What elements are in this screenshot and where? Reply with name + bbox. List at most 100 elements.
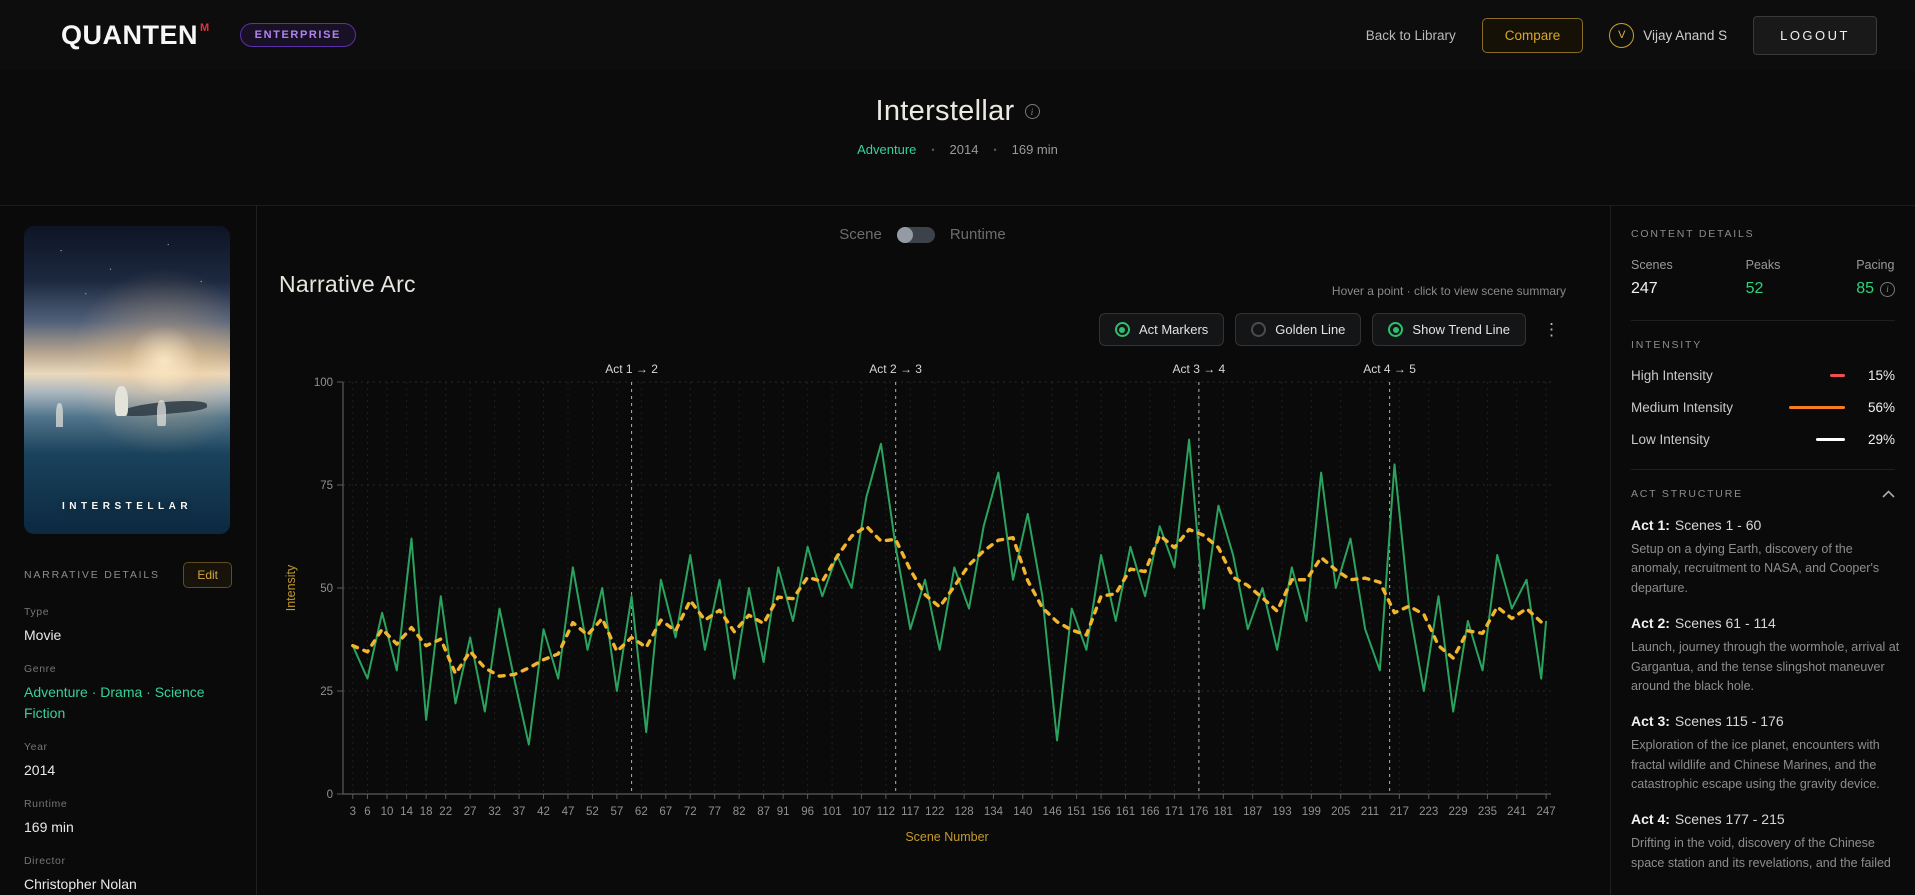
intensity-heading: INTENSITY bbox=[1631, 339, 1703, 351]
svg-text:205: 205 bbox=[1331, 806, 1350, 818]
svg-text:217: 217 bbox=[1390, 806, 1409, 818]
field-type: Type Movie bbox=[24, 606, 62, 643]
chart-hover-hint: Hover a point · click to view scene summ… bbox=[1331, 284, 1566, 298]
title-info-icon[interactable]: i bbox=[1024, 104, 1040, 119]
pacing-info-icon[interactable]: i bbox=[1880, 281, 1895, 297]
svg-text:47: 47 bbox=[562, 806, 575, 818]
intensity-row-medium: Medium Intensity 56% bbox=[1631, 400, 1895, 415]
act-item-2: Act 2: Scenes 61 - 114 Launch, journey th… bbox=[1631, 615, 1900, 693]
field-runtime: Runtime 169 min bbox=[24, 798, 74, 836]
svg-text:72: 72 bbox=[684, 806, 697, 818]
act-item-4: Act 4: Scenes 177 - 215 Drifting in the v… bbox=[1631, 811, 1891, 870]
svg-text:101: 101 bbox=[822, 806, 841, 818]
svg-text:235: 235 bbox=[1478, 806, 1497, 818]
act-structure-toggle[interactable]: ACT STRUCTURE bbox=[1631, 488, 1895, 500]
details-sidebar: INTERSTELLAR NARRATIVE DETAILS Edit Type… bbox=[0, 206, 257, 895]
top-bar: QUANTEN M ENTERPRISE Back to Library Comp… bbox=[0, 0, 1915, 70]
svg-text:107: 107 bbox=[852, 806, 871, 818]
svg-text:223: 223 bbox=[1419, 806, 1438, 818]
control-label: Show Trend Line bbox=[1412, 322, 1510, 337]
intensity-row-low: Low Intensity 29% bbox=[1631, 432, 1895, 447]
edit-button[interactable]: Edit bbox=[183, 562, 232, 588]
svg-text:25: 25 bbox=[320, 686, 333, 698]
intensity-line bbox=[1789, 406, 1845, 409]
stat-peaks: Peaks 52 bbox=[1745, 258, 1781, 297]
svg-text:181: 181 bbox=[1214, 806, 1233, 818]
compare-button[interactable]: Compare bbox=[1481, 17, 1584, 53]
back-to-library-link[interactable]: Back to Library bbox=[1366, 28, 1456, 43]
intensity-section: INTENSITY High Intensity 15% Medium Inte… bbox=[1631, 320, 1895, 447]
field-year: Year 2014 bbox=[24, 740, 56, 778]
svg-text:117: 117 bbox=[901, 806, 919, 818]
page-title: Interstellar bbox=[875, 95, 1015, 127]
brand-logo-mark: M bbox=[200, 21, 210, 34]
svg-text:122: 122 bbox=[925, 806, 944, 818]
brand-logo: QUANTEN M bbox=[61, 20, 210, 51]
radio-icon bbox=[1388, 322, 1404, 337]
svg-text:211: 211 bbox=[1361, 806, 1379, 818]
stat-pacing: Pacing 85 i bbox=[1856, 258, 1895, 297]
poster-spacecraft bbox=[122, 397, 208, 418]
chart-panel: Scene Runtime Narrative Arc Hover a poin… bbox=[257, 206, 1610, 895]
svg-text:50: 50 bbox=[320, 583, 333, 595]
act-item-1: Act 1: Scenes 1 - 60 Setup on a dying Ear… bbox=[1631, 517, 1880, 595]
toggle-knob[interactable] bbox=[896, 226, 913, 243]
radio-icon bbox=[1251, 322, 1267, 337]
svg-text:82: 82 bbox=[733, 806, 746, 818]
control-button[interactable]: Act Markers bbox=[1098, 313, 1225, 346]
toggle-label-scene[interactable]: Scene bbox=[839, 226, 882, 243]
svg-text:166: 166 bbox=[1140, 806, 1159, 818]
content-details-heading: CONTENT DETAILS bbox=[1631, 228, 1755, 240]
svg-text:67: 67 bbox=[659, 806, 672, 818]
svg-text:156: 156 bbox=[1091, 806, 1110, 818]
content-details-panel: CONTENT DETAILS Scenes 247 Peaks 52 Paci… bbox=[1610, 206, 1915, 895]
title-meta: Adventure • 2014 • 169 min bbox=[0, 142, 1915, 157]
stat-scenes: Scenes 247 bbox=[1631, 258, 1673, 297]
poster-title-text: INTERSTELLAR bbox=[61, 501, 193, 512]
svg-text:32: 32 bbox=[488, 806, 501, 818]
movie-poster: INTERSTELLAR bbox=[24, 226, 230, 534]
narrative-details-heading: NARRATIVE DETAILS bbox=[24, 569, 160, 581]
brand-logo-text: QUANTEN bbox=[61, 19, 198, 50]
svg-text:27: 27 bbox=[464, 806, 477, 818]
meta-runtime: 169 min bbox=[1011, 142, 1058, 157]
act-item-3: Act 3: Scenes 115 - 176 Exploration of th… bbox=[1631, 713, 1880, 791]
avatar[interactable]: V bbox=[1609, 22, 1635, 48]
logout-button[interactable]: LOGOUT bbox=[1753, 15, 1877, 55]
control-button[interactable]: Golden Line bbox=[1235, 313, 1362, 346]
svg-text:62: 62 bbox=[635, 806, 648, 818]
user-menu[interactable]: V Vijay Anand S bbox=[1609, 22, 1727, 48]
app-window: QUANTEN M ENTERPRISE Back to Library Comp… bbox=[0, 0, 1915, 895]
svg-text:193: 193 bbox=[1272, 806, 1291, 818]
svg-text:112: 112 bbox=[877, 806, 895, 818]
title-section: Interstellar i Adventure • 2014 • 169 mi… bbox=[0, 70, 1915, 205]
svg-text:87: 87 bbox=[757, 806, 770, 818]
toggle-label-runtime[interactable]: Runtime bbox=[950, 226, 1006, 243]
svg-text:100: 100 bbox=[314, 377, 333, 389]
svg-text:18: 18 bbox=[420, 806, 433, 818]
scene-runtime-toggle[interactable] bbox=[896, 226, 935, 243]
svg-text:10: 10 bbox=[381, 806, 394, 818]
control-label: Golden Line bbox=[1275, 322, 1346, 337]
chevron-up-icon[interactable] bbox=[1882, 490, 1895, 498]
svg-text:Scene Number: Scene Number bbox=[905, 830, 988, 844]
act-structure-section: ACT STRUCTURE Act 1: Scenes 1 - 60 Setup … bbox=[1631, 469, 1900, 873]
svg-text:3: 3 bbox=[350, 806, 356, 818]
control-button[interactable]: Show Trend Line bbox=[1372, 313, 1526, 346]
intensity-line bbox=[1816, 438, 1845, 441]
svg-text:0: 0 bbox=[327, 789, 333, 801]
svg-text:146: 146 bbox=[1043, 806, 1062, 818]
svg-text:75: 75 bbox=[320, 480, 333, 492]
header-actions: Back to Library Compare V Vijay Anand S … bbox=[1366, 15, 1877, 55]
svg-text:187: 187 bbox=[1243, 806, 1262, 818]
svg-text:Act 4 → 5: Act 4 → 5 bbox=[1363, 362, 1416, 376]
intensity-line bbox=[1830, 374, 1845, 377]
svg-text:229: 229 bbox=[1448, 806, 1467, 818]
narrative-arc-chart[interactable]: Act 1 → 2 Act 2 → 3 Act 3 → 4 Act 4 → 5 0 25 5… bbox=[279, 352, 1569, 854]
svg-text:199: 199 bbox=[1302, 806, 1321, 818]
meta-genre: Adventure bbox=[857, 142, 917, 157]
act-structure-heading: ACT STRUCTURE bbox=[1631, 488, 1743, 500]
more-options-icon[interactable]: ⋮ bbox=[1537, 321, 1566, 338]
svg-text:Act 1 → 2: Act 1 → 2 bbox=[605, 362, 658, 376]
intensity-row-high: High Intensity 15% bbox=[1631, 368, 1895, 383]
